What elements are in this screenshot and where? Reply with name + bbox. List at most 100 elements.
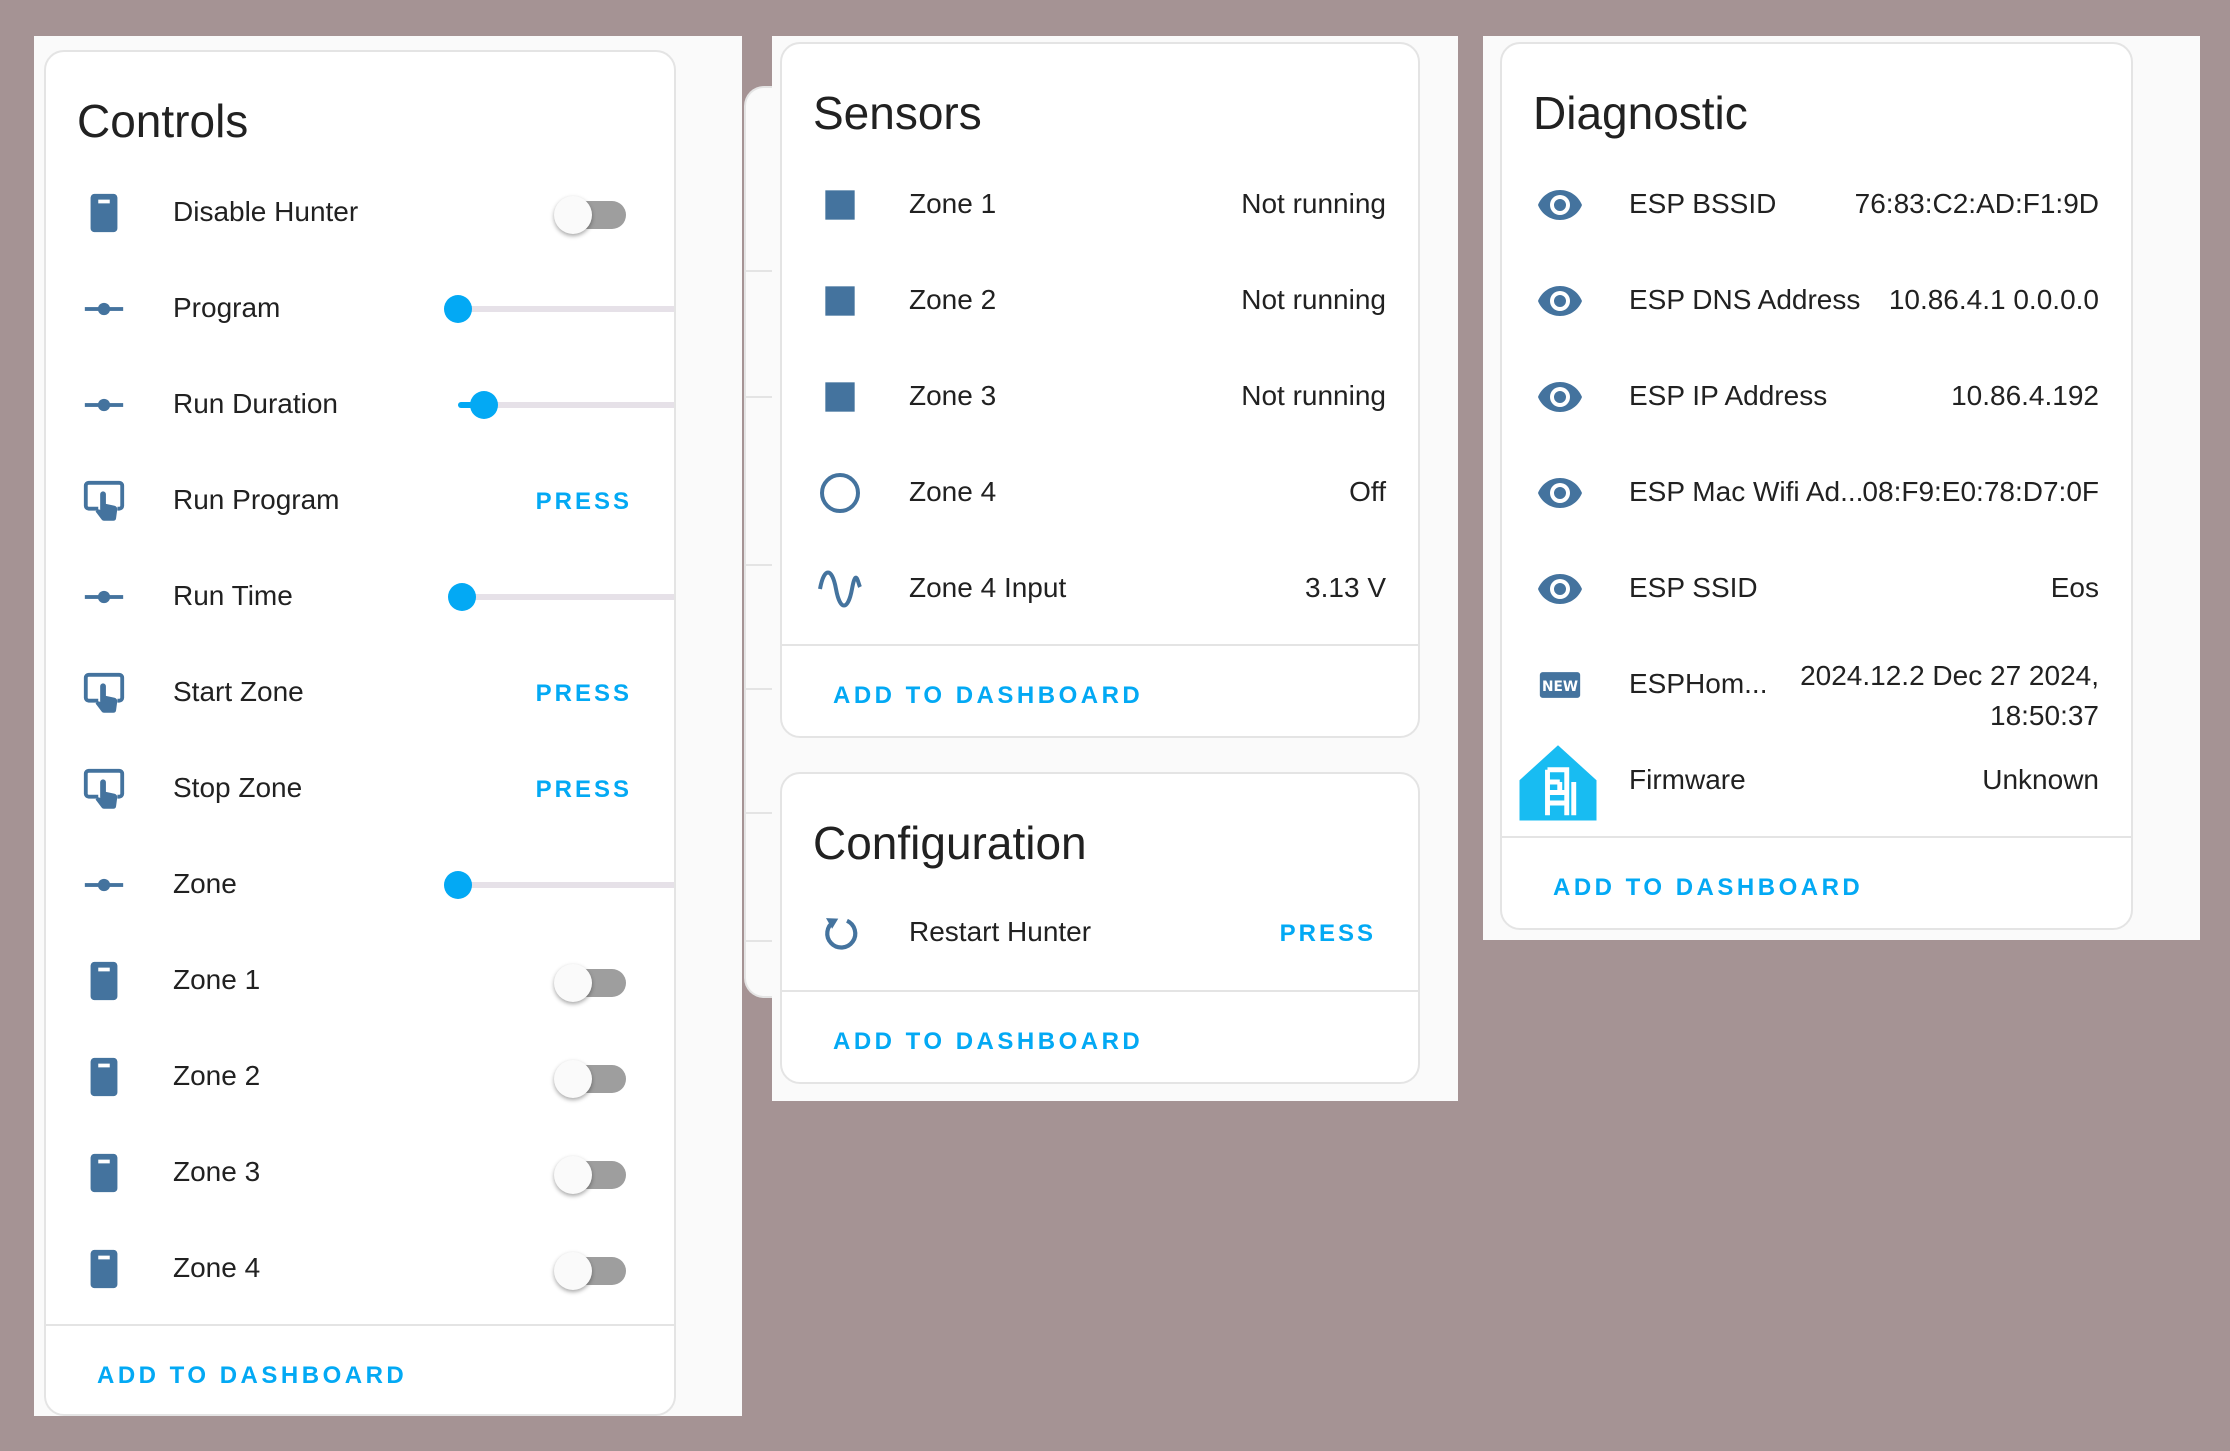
slider-thumb[interactable] [448, 583, 477, 611]
gesture-tap-button-icon [79, 476, 129, 526]
diag-label: ESP BSSID [1629, 188, 1777, 219]
control-row-zone-3[interactable]: Zone 3 [46, 1124, 674, 1220]
diag-label: Firmware [1629, 764, 1746, 795]
sensors-panel: Sensors Zone 1 Not running Zone 2 Not ru… [772, 36, 1458, 1101]
control-row-zone-4[interactable]: Zone 4 [46, 1220, 674, 1316]
divider [782, 990, 1418, 992]
configuration-card: Configuration Restart Hunter PRESS ADD T… [780, 772, 1420, 1084]
diag-label: ESP DNS Address [1629, 284, 1861, 315]
control-label: Program [173, 292, 281, 323]
square-icon [815, 180, 865, 230]
sensor-row-zone-4[interactable]: Zone 4 Off [782, 444, 1418, 540]
restart-icon [815, 908, 865, 958]
control-row-zone: Zone [46, 836, 674, 932]
control-label: Run Duration [173, 388, 338, 419]
sensor-row-zone-1[interactable]: Zone 1 Not running [782, 156, 1418, 252]
sensors-card: Sensors Zone 1 Not running Zone 2 Not ru… [780, 42, 1420, 738]
diag-row-esp-bssid[interactable]: ESP BSSID 76:83:C2:AD:F1:9D [1502, 156, 2131, 252]
run-time-slider[interactable] [438, 576, 674, 616]
sensor-value: Not running [1241, 188, 1386, 219]
ray-vertex-icon [79, 860, 129, 910]
control-label: Zone 4 [173, 1252, 261, 1283]
ray-vertex-icon [79, 572, 129, 622]
diag-value: Eos [2050, 572, 2099, 603]
door-icon [79, 956, 129, 1006]
diag-value: 76:83:C2:AD:F1:9D [1854, 188, 2099, 219]
sensor-row-zone-4-input[interactable]: Zone 4 Input 3.13 V [782, 540, 1418, 636]
zone-2-toggle[interactable] [554, 1060, 634, 1098]
slider-thumb[interactable] [470, 391, 499, 419]
config-row-restart-hunter: Restart Hunter PRESS [782, 884, 1418, 980]
control-row-zone-2[interactable]: Zone 2 [46, 1028, 674, 1124]
config-label: Restart Hunter [909, 916, 1092, 947]
new-box-icon [1535, 660, 1585, 710]
run-program-press-button[interactable]: PRESS [536, 488, 632, 516]
slider-thumb[interactable] [444, 871, 472, 899]
divider [46, 1324, 674, 1326]
diag-row-esp-dns-address[interactable]: ESP DNS Address 10.86.4.1 0.0.0.0 [1502, 252, 2131, 348]
control-row-run-duration: Run Duration [46, 356, 674, 452]
sensors-add-to-dashboard-button[interactable]: ADD TO DASHBOARD [833, 682, 1143, 710]
control-label: Start Zone [173, 676, 304, 707]
program-slider[interactable] [438, 288, 674, 328]
control-row-run-program: Run Program PRESS [46, 452, 674, 548]
sensor-value: Not running [1241, 380, 1386, 411]
sensor-value: Off [1349, 476, 1386, 507]
sensor-row-zone-2[interactable]: Zone 2 Not running [782, 252, 1418, 348]
controls-panel: Controls Disable Hunter Program Run Dura… [34, 36, 784, 1416]
controls-add-to-dashboard-button[interactable]: ADD TO DASHBOARD [97, 1362, 407, 1390]
sensor-row-zone-3[interactable]: Zone 3 Not running [782, 348, 1418, 444]
gesture-tap-button-icon [79, 668, 129, 718]
control-row-start-zone: Start Zone PRESS [46, 644, 674, 740]
diag-row-esp-ip-address[interactable]: ESP IP Address 10.86.4.192 [1502, 348, 2131, 444]
door-icon [79, 188, 129, 238]
stop-zone-press-button[interactable]: PRESS [536, 776, 632, 804]
sine-wave-icon [815, 564, 865, 614]
sensor-label: Zone 2 [909, 284, 997, 315]
eye-icon [1535, 276, 1585, 326]
diag-row-firmware[interactable]: Firmware Unknown [1502, 732, 2131, 828]
slider-thumb[interactable] [444, 295, 472, 323]
diag-value: 10.86.4.1 0.0.0.0 [1888, 284, 2099, 315]
sensor-value: Not running [1241, 284, 1386, 315]
sensors-title: Sensors [813, 87, 982, 139]
diagnostic-title: Diagnostic [1533, 87, 1748, 139]
sensor-value: 3.13 V [1305, 572, 1386, 603]
diag-row-esphome-version[interactable]: ESPHom... 2024.12.2 Dec 27 2024, 18:50:3… [1502, 636, 2131, 732]
door-icon [79, 1148, 129, 1198]
diag-value: 08:F9:E0:78:D7:0F [1862, 476, 2099, 507]
diag-row-esp-mac-wifi[interactable]: ESP Mac Wifi Ad... 08:F9:E0:78:D7:0F [1502, 444, 2131, 540]
control-row-zone-1[interactable]: Zone 1 [46, 932, 674, 1028]
configuration-add-to-dashboard-button[interactable]: ADD TO DASHBOARD [833, 1028, 1143, 1056]
diag-label: ESPHom... [1629, 668, 1768, 699]
diagnostic-panel: Diagnostic ESP BSSID 76:83:C2:AD:F1:9D E… [1483, 36, 2200, 940]
control-label: Zone 1 [173, 964, 261, 995]
home-assistant-logo-icon [1516, 740, 1600, 824]
diag-label: ESP SSID [1629, 572, 1758, 603]
zone-4-toggle[interactable] [554, 1252, 634, 1290]
diagnostic-add-to-dashboard-button[interactable]: ADD TO DASHBOARD [1553, 874, 1863, 902]
start-zone-press-button[interactable]: PRESS [536, 680, 632, 708]
restart-hunter-press-button[interactable]: PRESS [1280, 920, 1376, 948]
control-row-stop-zone: Stop Zone PRESS [46, 740, 674, 836]
diag-value: Unknown [1982, 764, 2099, 795]
eye-icon [1535, 468, 1585, 518]
run-duration-slider[interactable] [438, 384, 674, 424]
controls-title: Controls [77, 95, 249, 147]
divider [1502, 836, 2131, 838]
disable-hunter-toggle[interactable] [554, 196, 634, 234]
zone-1-toggle[interactable] [554, 964, 634, 1002]
control-label: Zone 2 [173, 1060, 261, 1091]
diag-label: ESP IP Address [1629, 380, 1828, 411]
square-icon [815, 276, 865, 326]
control-label: Stop Zone [173, 772, 303, 803]
zone-slider[interactable] [438, 864, 674, 904]
diag-value: 2024.12.2 Dec 27 2024, 18:50:37 [1800, 656, 2099, 736]
sensor-label: Zone 1 [909, 188, 997, 219]
diag-row-esp-ssid[interactable]: ESP SSID Eos [1502, 540, 2131, 636]
diagnostic-card: Diagnostic ESP BSSID 76:83:C2:AD:F1:9D E… [1500, 42, 2133, 930]
eye-icon [1535, 564, 1585, 614]
control-row-disable-hunter[interactable]: Disable Hunter [46, 164, 674, 260]
zone-3-toggle[interactable] [554, 1156, 634, 1194]
eye-icon [1535, 372, 1585, 422]
